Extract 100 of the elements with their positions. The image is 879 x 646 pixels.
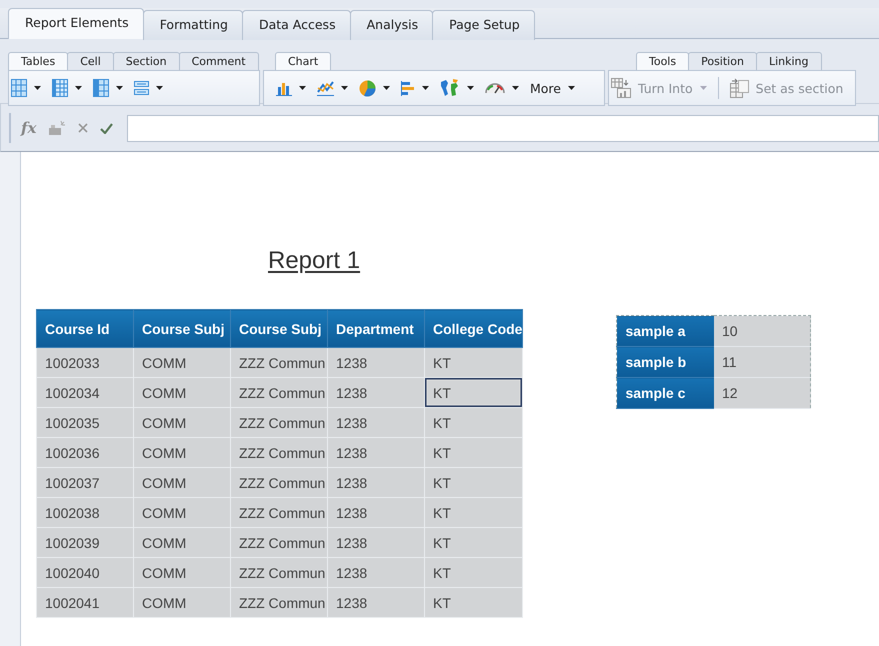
- dropdown-button[interactable]: [52, 79, 82, 97]
- dropdown-button[interactable]: [359, 80, 390, 96]
- table-cell[interactable]: KT: [424, 408, 523, 438]
- caret-icon: [75, 86, 82, 90]
- dropdown-button[interactable]: [485, 82, 519, 94]
- table-cell[interactable]: KT: [424, 588, 523, 618]
- report-title: Report 1: [268, 247, 360, 275]
- table-cell: 12: [714, 378, 811, 408]
- caret-icon: [568, 86, 575, 90]
- table-cell[interactable]: KT: [424, 378, 523, 408]
- grid-icon: [52, 79, 68, 97]
- table-cell[interactable]: 1238: [328, 438, 424, 468]
- caret-icon: [422, 86, 429, 90]
- table-cell[interactable]: COMM: [134, 468, 230, 498]
- table-cell[interactable]: 1238: [328, 558, 424, 588]
- ribbon-tab[interactable]: Page Setup: [432, 10, 535, 40]
- table-cell[interactable]: COMM: [134, 378, 230, 408]
- ribbon-tab[interactable]: Report Elements: [8, 8, 144, 39]
- dropdown-button[interactable]: [134, 81, 163, 95]
- caret-icon: [34, 86, 41, 90]
- table-cell[interactable]: COMM: [134, 558, 230, 588]
- table-cell[interactable]: ZZZ Commun: [230, 408, 328, 438]
- table-cell[interactable]: ZZZ Commun: [230, 468, 328, 498]
- table-cell[interactable]: KT: [424, 498, 523, 528]
- table-cell[interactable]: ZZZ Commun: [230, 348, 328, 378]
- table-cell[interactable]: ZZZ Commun: [230, 558, 328, 588]
- table-cell[interactable]: ZZZ Commun: [230, 588, 328, 618]
- ribbon-tab[interactable]: Analysis: [350, 10, 434, 40]
- table-cell[interactable]: 1002033: [36, 348, 134, 378]
- table-cell[interactable]: 1002037: [36, 468, 134, 498]
- formula-input[interactable]: [127, 114, 879, 142]
- column-header[interactable]: Course Subj: [134, 310, 230, 348]
- table-cell[interactable]: ZZZ Commun: [230, 438, 328, 468]
- table-cell[interactable]: KT: [424, 438, 523, 468]
- caret-icon: [116, 86, 123, 90]
- table-chart-icon: [611, 78, 631, 98]
- caret-icon: [512, 86, 519, 90]
- table-icon: [11, 79, 27, 97]
- table-cell[interactable]: COMM: [134, 498, 230, 528]
- table-cell[interactable]: 1002038: [36, 498, 134, 528]
- caret-icon: [299, 86, 306, 90]
- table-cell[interactable]: KT: [424, 468, 523, 498]
- dropdown-button[interactable]: [317, 80, 348, 96]
- dropdown-button[interactable]: [93, 79, 123, 97]
- caret-icon: [467, 86, 474, 90]
- more-button[interactable]: More: [530, 80, 575, 96]
- ribbon-tab[interactable]: Data Access: [242, 10, 351, 40]
- table-cell[interactable]: COMM: [134, 438, 230, 468]
- table-cell[interactable]: COMM: [134, 588, 230, 618]
- table-cell[interactable]: COMM: [134, 408, 230, 438]
- table-cell[interactable]: ZZZ Commun: [230, 528, 328, 558]
- dropdown-button[interactable]: [276, 80, 306, 96]
- table-cell[interactable]: 1238: [328, 468, 424, 498]
- table-cell[interactable]: ZZZ Commun: [230, 378, 328, 408]
- line-chart-icon: [317, 80, 334, 96]
- table-cell[interactable]: 1002036: [36, 438, 134, 468]
- table-cell[interactable]: 1238: [328, 378, 424, 408]
- ribbon-subtab[interactable]: Comment: [178, 52, 259, 70]
- bar-chart-icon: [276, 80, 292, 96]
- table-cell[interactable]: KT: [424, 348, 523, 378]
- table-cell: 10: [714, 316, 811, 346]
- section-icon: [730, 78, 749, 98]
- ribbon-subtab[interactable]: Tools: [636, 52, 690, 70]
- table-cell[interactable]: COMM: [134, 528, 230, 558]
- table-cell[interactable]: COMM: [134, 348, 230, 378]
- table-cell: 11: [714, 346, 811, 378]
- row-header: sample c: [616, 378, 714, 408]
- table-cell[interactable]: KT: [424, 558, 523, 588]
- column-header[interactable]: College Code: [424, 310, 523, 348]
- ribbon-tab[interactable]: Formatting: [142, 10, 243, 40]
- table-cell[interactable]: 1002039: [36, 528, 134, 558]
- table-cell[interactable]: 1002034: [36, 378, 134, 408]
- gauge-icon: [485, 82, 505, 94]
- table-cell[interactable]: 1002035: [36, 408, 134, 438]
- confirm-icon[interactable]: [100, 122, 114, 134]
- column-header[interactable]: Course Id: [36, 310, 134, 348]
- table-cell[interactable]: 1238: [328, 348, 424, 378]
- table-cell[interactable]: ZZZ Commun: [230, 498, 328, 528]
- table-cell[interactable]: 1238: [328, 498, 424, 528]
- row-header: sample a: [616, 316, 714, 346]
- column-header[interactable]: Course Subj: [230, 310, 328, 348]
- ribbon-subtab[interactable]: Chart: [275, 52, 332, 70]
- table-cell[interactable]: 1238: [328, 588, 424, 618]
- column-header[interactable]: Department: [328, 310, 424, 348]
- dropdown-button[interactable]: [11, 79, 41, 97]
- table-cell[interactable]: KT: [424, 528, 523, 558]
- list-icon: [134, 81, 149, 95]
- caret-icon: [341, 86, 348, 90]
- table-cell[interactable]: 1002040: [36, 558, 134, 588]
- row-header: sample b: [616, 346, 714, 378]
- table-cell[interactable]: 1002041: [36, 588, 134, 618]
- table-cell[interactable]: 1238: [328, 408, 424, 438]
- caret-icon: [383, 86, 390, 90]
- dropdown-button[interactable]: [440, 79, 474, 97]
- ribbon-subtab[interactable]: Linking: [756, 52, 822, 70]
- caret-icon: [156, 86, 163, 90]
- pie-chart-icon: [359, 80, 376, 96]
- table-cell[interactable]: 1238: [328, 528, 424, 558]
- ribbon-subtab[interactable]: Tables: [8, 52, 68, 70]
- dropdown-button[interactable]: [401, 80, 429, 96]
